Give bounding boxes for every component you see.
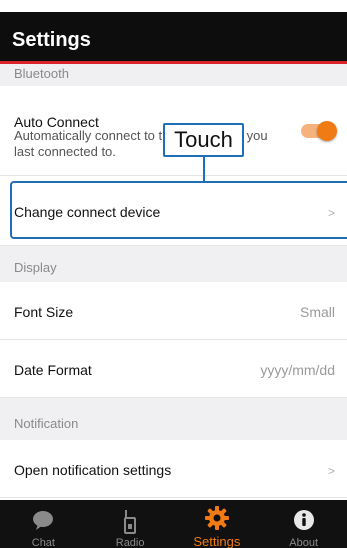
tab-settings-label: Settings [193,534,241,548]
tab-chat[interactable]: Chat [0,500,87,548]
touch-callout: Touch [163,123,244,157]
status-bar [0,0,347,12]
app-bar: Settings [0,12,347,64]
tab-radio[interactable]: Radio [87,500,174,548]
toggle-thumb [317,121,337,141]
auto-connect-toggle[interactable] [301,121,337,141]
open-notification-settings-label: Open notification settings [14,462,172,478]
highlight-box [10,181,347,239]
tab-about-label: About [289,537,318,548]
font-size-value: Small [299,304,335,320]
date-format-row[interactable]: Date Format yyyy/mm/dd [0,340,347,398]
font-size-row[interactable]: Font Size Small [0,282,347,340]
section-header-notification: Notification [0,398,347,440]
gear-icon [204,506,229,530]
chat-bubble-icon [33,511,54,530]
settings-list[interactable]: Bluetooth Auto Connect Automatically con… [0,64,347,500]
date-format-label: Date Format [14,362,92,378]
tab-settings[interactable]: Settings [174,500,261,548]
bottom-tab-bar: Chat Radio Settings About [0,500,347,548]
section-header-bluetooth: Bluetooth [0,64,347,86]
font-size-label: Font Size [14,304,74,320]
callout-connector [203,154,205,182]
section-header-display: Display [0,246,347,282]
page-title: Settings [12,29,91,51]
tab-radio-label: Radio [115,537,145,548]
info-icon [293,510,314,530]
tab-chat-label: Chat [31,537,55,548]
chevron-right-icon: > [327,464,335,478]
open-notification-settings-row[interactable]: Open notification settings > [0,440,347,498]
radio-icon [124,510,137,534]
tab-about[interactable]: About [260,500,347,548]
date-format-value: yyyy/mm/dd [260,362,335,378]
